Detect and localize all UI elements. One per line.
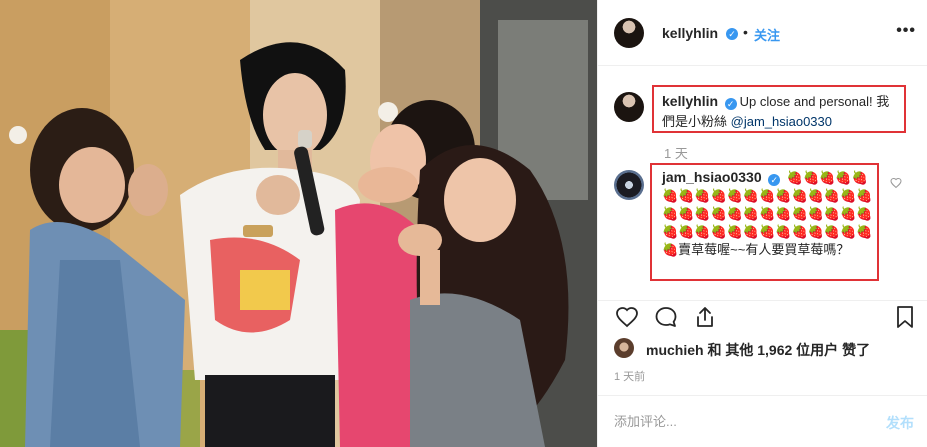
- post-comment-button[interactable]: 发布: [886, 413, 914, 433]
- comment-like-heart-icon[interactable]: [890, 176, 902, 194]
- likes-suffix: 位用户 赞了: [792, 342, 871, 358]
- likes-and-others: 和 其他: [703, 342, 758, 358]
- caption-username[interactable]: kellyhlin: [662, 93, 718, 109]
- heart-icon[interactable]: [614, 305, 640, 334]
- bookmark-icon[interactable]: [894, 305, 916, 334]
- likes-text: muchieh 和 其他 1,962 位用户 赞了: [646, 340, 870, 360]
- instagram-post: kellyhlin ✓ • 关注 ••• kellyhlin ✓ Up close…: [0, 0, 927, 447]
- follow-button[interactable]: 关注: [754, 25, 780, 44]
- caption-timestamp[interactable]: 1 天: [664, 143, 688, 162]
- comment-avatar[interactable]: [614, 170, 644, 200]
- author-username[interactable]: kellyhlin: [662, 25, 718, 41]
- likes-count[interactable]: 1,962: [757, 342, 792, 358]
- likes-summary: muchieh 和 其他 1,962 位用户 赞了: [614, 338, 914, 360]
- post-header: kellyhlin ✓ • 关注 •••: [598, 0, 927, 66]
- post-actions-bar: [598, 300, 927, 332]
- header-separator: •: [743, 24, 748, 40]
- add-comment-row: 发布: [598, 395, 927, 447]
- add-comment-input[interactable]: [614, 414, 854, 429]
- post-photo[interactable]: [0, 0, 597, 447]
- comment-username[interactable]: jam_hsiao0330: [662, 169, 762, 185]
- liker-avatar[interactable]: [614, 338, 634, 358]
- photo-illustration: [0, 0, 597, 447]
- verified-badge-icon: ✓: [768, 174, 781, 186]
- caption: kellyhlin ✓ Up close and personal! 我們是小粉絲…: [662, 91, 902, 132]
- caption-mention-link[interactable]: @jam_hsiao0330: [731, 114, 832, 129]
- comment-icon[interactable]: [653, 305, 679, 334]
- share-icon[interactable]: [692, 305, 718, 334]
- verified-badge-icon: ✓: [724, 98, 737, 110]
- caption-avatar[interactable]: [614, 92, 644, 122]
- author-avatar[interactable]: [614, 18, 644, 48]
- post-side-panel: kellyhlin ✓ • 关注 ••• kellyhlin ✓ Up close…: [597, 0, 927, 447]
- post-timestamp[interactable]: 1 天前: [614, 368, 645, 384]
- more-options-icon[interactable]: •••: [896, 22, 916, 40]
- liker-username[interactable]: muchieh: [646, 342, 704, 358]
- verified-badge-icon: ✓: [726, 28, 738, 40]
- comment: jam_hsiao0330 ✓ 🍓🍓🍓🍓🍓🍓🍓🍓🍓🍓🍓🍓🍓🍓🍓🍓🍓🍓🍓🍓🍓🍓🍓🍓…: [662, 168, 876, 259]
